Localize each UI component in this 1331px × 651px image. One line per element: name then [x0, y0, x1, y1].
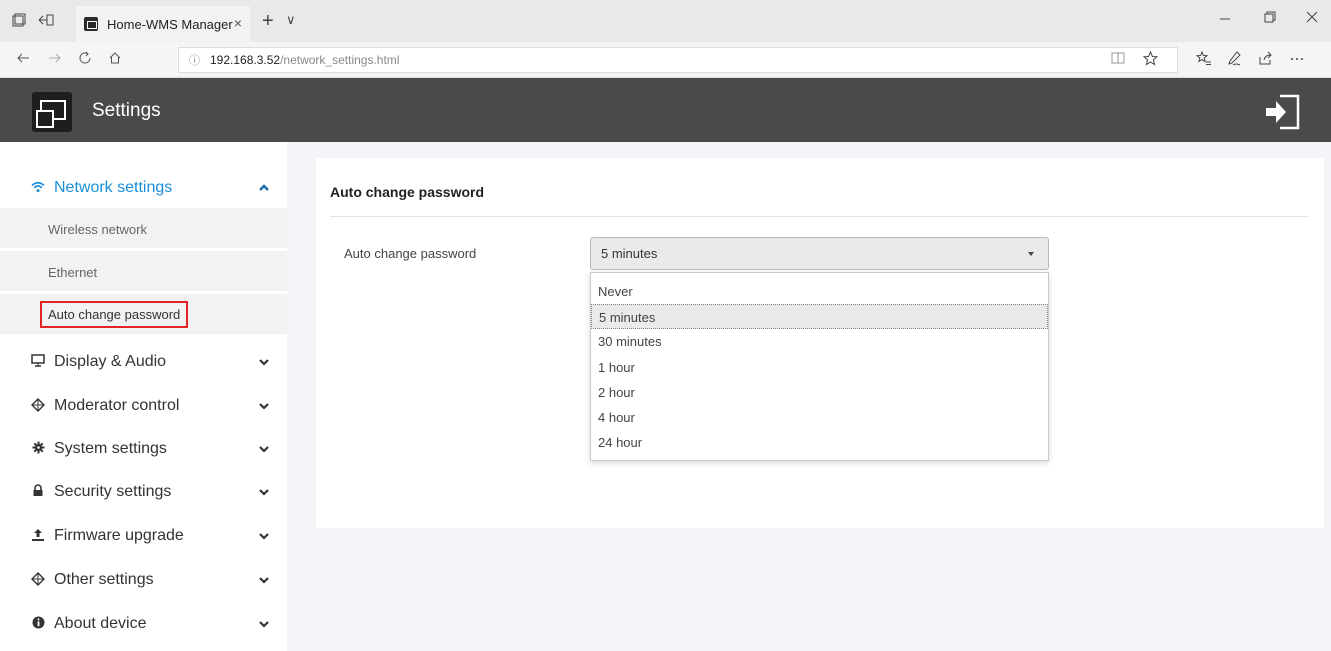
sidebar: Network settings Wireless network Ethern… [0, 142, 287, 651]
sidebar-subitem-wireless-network[interactable]: Wireless network [0, 208, 287, 248]
option-24-hour[interactable]: 24 hour [591, 430, 1048, 455]
sidebar-item-label: Firmware upgrade [54, 527, 184, 544]
option-never[interactable]: Never [591, 279, 1048, 304]
reading-view-icon[interactable] [1111, 51, 1125, 69]
restore-icon[interactable] [1264, 10, 1276, 28]
option-30-minutes[interactable]: 30 minutes [591, 329, 1048, 354]
sidebar-item-display-audio[interactable]: Display & Audio [0, 342, 287, 382]
site-info-icon[interactable]: ⓘ [189, 52, 200, 68]
auto-change-password-select[interactable]: 5 minutes [590, 237, 1049, 270]
chevron-down-icon[interactable] [257, 399, 271, 413]
wifi-icon [30, 180, 46, 196]
sidebar-subitem-label: Wireless network [48, 222, 147, 237]
info-icon [30, 616, 46, 632]
favorite-star-icon[interactable] [1142, 50, 1159, 70]
chevron-down-icon[interactable] [257, 529, 271, 543]
new-tab-button[interactable]: + [262, 10, 274, 33]
more-icon[interactable] [1289, 51, 1305, 70]
sidebar-subitem-label: Ethernet [48, 265, 98, 280]
page-title: Settings [92, 100, 161, 121]
sidebar-item-system-settings[interactable]: System settings [0, 429, 287, 469]
sidebar-item-label: Security settings [54, 483, 172, 500]
logout-icon[interactable] [1262, 92, 1304, 132]
dropdown-options-list: Never 5 minutes 30 minutes 1 hour 2 hour… [590, 272, 1049, 461]
app-header: Settings [0, 78, 1331, 142]
sidebar-item-label: Network settings [54, 179, 173, 196]
sidebar-item-label: Other settings [54, 571, 154, 588]
caret-down-icon [1028, 252, 1034, 256]
auto-change-password-label: Auto change password [344, 246, 477, 261]
forward-icon[interactable] [48, 51, 62, 70]
app-logo-icon [32, 92, 72, 132]
option-1-hour[interactable]: 1 hour [591, 355, 1048, 380]
set-tabs-aside-icon[interactable] [38, 13, 54, 29]
address-bar-row: ⓘ 192.168.3.52/network_settings.html [0, 42, 1331, 78]
settings-alt-icon [30, 571, 46, 589]
option-label: 4 hour [598, 410, 635, 425]
chevron-down-icon[interactable] [257, 355, 271, 369]
favorites-hub-icon[interactable] [1195, 50, 1212, 70]
option-label: 30 minutes [598, 334, 662, 349]
chevron-down-icon[interactable] [257, 485, 271, 499]
web-note-pen-icon[interactable] [1227, 51, 1242, 70]
divider [330, 216, 1309, 217]
tab-actions-icon[interactable] [12, 13, 28, 29]
close-window-icon[interactable] [1306, 10, 1318, 28]
refresh-icon[interactable] [78, 51, 92, 70]
url-host: 192.168.3.52 [210, 53, 281, 67]
sidebar-item-other-settings[interactable]: Other settings [0, 560, 287, 600]
lock-icon [30, 484, 46, 500]
gear-icon [30, 441, 46, 457]
browser-tab-bar: Home-WMS Manager × + ∨ [0, 0, 1331, 42]
sidebar-item-about-device[interactable]: About device [0, 604, 287, 644]
sidebar-item-label: System settings [54, 440, 167, 457]
option-label: 24 hour [598, 435, 643, 450]
home-icon[interactable] [108, 51, 122, 70]
sidebar-item-label: Moderator control [54, 397, 180, 414]
share-icon[interactable] [1258, 51, 1273, 70]
sidebar-subitem-auto-change-password[interactable]: Auto change password [0, 294, 287, 334]
sidebar-item-network-settings[interactable]: Network settings [0, 168, 287, 208]
option-4-hour[interactable]: 4 hour [591, 405, 1048, 430]
sidebar-item-label: Display & Audio [54, 353, 167, 370]
monitor-icon [30, 354, 46, 370]
option-5-minutes[interactable]: 5 minutes [591, 304, 1048, 329]
browser-tab[interactable]: Home-WMS Manager × [76, 6, 250, 42]
tab-title: Home-WMS Manager [107, 16, 233, 32]
sidebar-item-firmware-upgrade[interactable]: Firmware upgrade [0, 516, 287, 556]
moderator-icon [30, 397, 46, 415]
back-icon[interactable] [16, 51, 30, 70]
chevron-down-icon[interactable] [257, 442, 271, 456]
favicon-icon [84, 17, 98, 31]
sidebar-subitem-label: Auto change password [40, 301, 189, 328]
option-label: 5 minutes [599, 310, 656, 325]
upload-icon [30, 528, 46, 545]
chevron-down-icon[interactable] [257, 617, 271, 631]
url-path: /network_settings.html [280, 53, 400, 67]
chevron-up-icon[interactable] [257, 181, 271, 195]
sidebar-item-moderator-control[interactable]: Moderator control [0, 386, 287, 426]
tab-preview-icon[interactable]: ∨ [286, 12, 296, 28]
option-label: 1 hour [598, 360, 635, 375]
minimize-icon[interactable] [1219, 10, 1231, 28]
sidebar-item-security-settings[interactable]: Security settings [0, 472, 287, 512]
panel-title: Auto change password [330, 184, 485, 200]
option-label: 2 hour [598, 385, 635, 400]
url-field[interactable]: ⓘ 192.168.3.52/network_settings.html [178, 47, 1178, 73]
sidebar-item-label: About device [54, 615, 147, 632]
option-2-hour[interactable]: 2 hour [591, 380, 1048, 405]
chevron-down-icon[interactable] [257, 573, 271, 587]
sidebar-subitem-ethernet[interactable]: Ethernet [0, 251, 287, 291]
option-label: Never [598, 284, 633, 299]
selected-value: 5 minutes [601, 246, 658, 261]
tab-close-icon[interactable]: × [234, 15, 242, 31]
